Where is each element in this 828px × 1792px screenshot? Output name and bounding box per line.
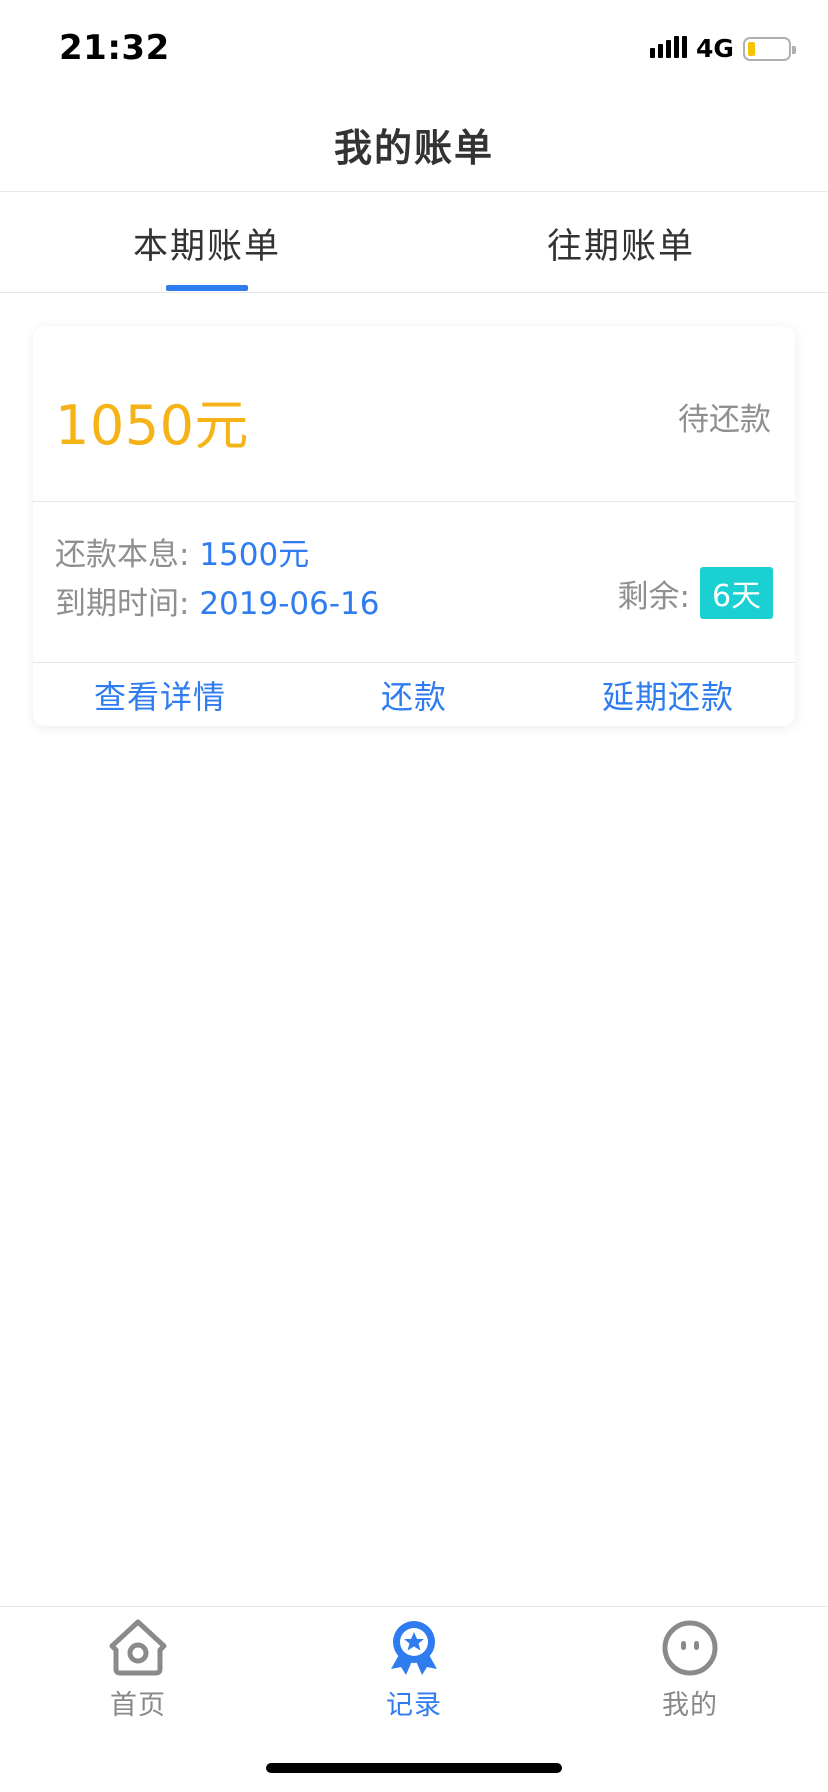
bill-card-details: 还款本息: 1500元 到期时间: 2019-06-16 剩余: 6天	[33, 503, 795, 663]
remaining-days: 剩余: 6天	[618, 567, 773, 619]
status-time: 21:32	[59, 28, 170, 68]
bill-amount: 1050元	[55, 394, 249, 457]
home-icon	[109, 1619, 167, 1676]
bill-card: 1050元 待还款 还款本息: 1500元 到期时间: 2019-06-16 剩…	[33, 326, 795, 726]
nav-label-home: 首页	[110, 1690, 166, 1721]
face-icon	[662, 1620, 718, 1676]
nav-item-record[interactable]: 记录	[276, 1617, 552, 1727]
nav-header: 我的账单	[0, 98, 828, 192]
medal-icon	[391, 1621, 437, 1675]
bill-actions: 查看详情 还款 延期还款	[33, 664, 795, 726]
status-bar: 21:32 4G	[0, 0, 828, 98]
page-title: 我的账单	[333, 126, 494, 170]
nav-label-mine: 我的	[662, 1690, 718, 1721]
principal-value: 1500元	[199, 537, 310, 573]
active-tab-indicator	[166, 285, 248, 291]
extend-repayment-button[interactable]: 延期还款	[541, 672, 795, 718]
bill-card-summary: 1050元 待还款	[33, 326, 795, 502]
remaining-label: 剩余:	[617, 578, 690, 615]
signal-icon	[650, 36, 687, 58]
principal-row: 还款本息: 1500元	[55, 529, 309, 574]
tab-current-bill[interactable]: 本期账单	[0, 193, 414, 293]
due-date-value: 2019-06-16	[199, 586, 380, 622]
due-date-label: 到期时间:	[55, 586, 200, 622]
nav-item-home[interactable]: 首页	[0, 1617, 276, 1727]
nav-item-mine[interactable]: 我的	[552, 1617, 828, 1727]
network-type: 4G	[696, 34, 734, 63]
principal-label: 还款本息:	[55, 537, 200, 573]
repay-button[interactable]: 还款	[287, 672, 541, 718]
screen: 21:32 4G 我的账单 本期账单 往期账单 1050元 待还款 还款本息: …	[0, 0, 828, 1792]
bill-status: 待还款	[678, 402, 771, 438]
view-details-button[interactable]: 查看详情	[33, 672, 287, 718]
tab-past-bills[interactable]: 往期账单	[414, 193, 828, 293]
nav-label-record: 记录	[386, 1690, 442, 1721]
remaining-days-badge: 6天	[700, 567, 773, 619]
due-date-row: 到期时间: 2019-06-16	[55, 578, 379, 623]
home-indicator[interactable]	[266, 1763, 562, 1773]
battery-icon	[743, 37, 796, 61]
bill-tabs: 本期账单 往期账单	[0, 193, 828, 293]
